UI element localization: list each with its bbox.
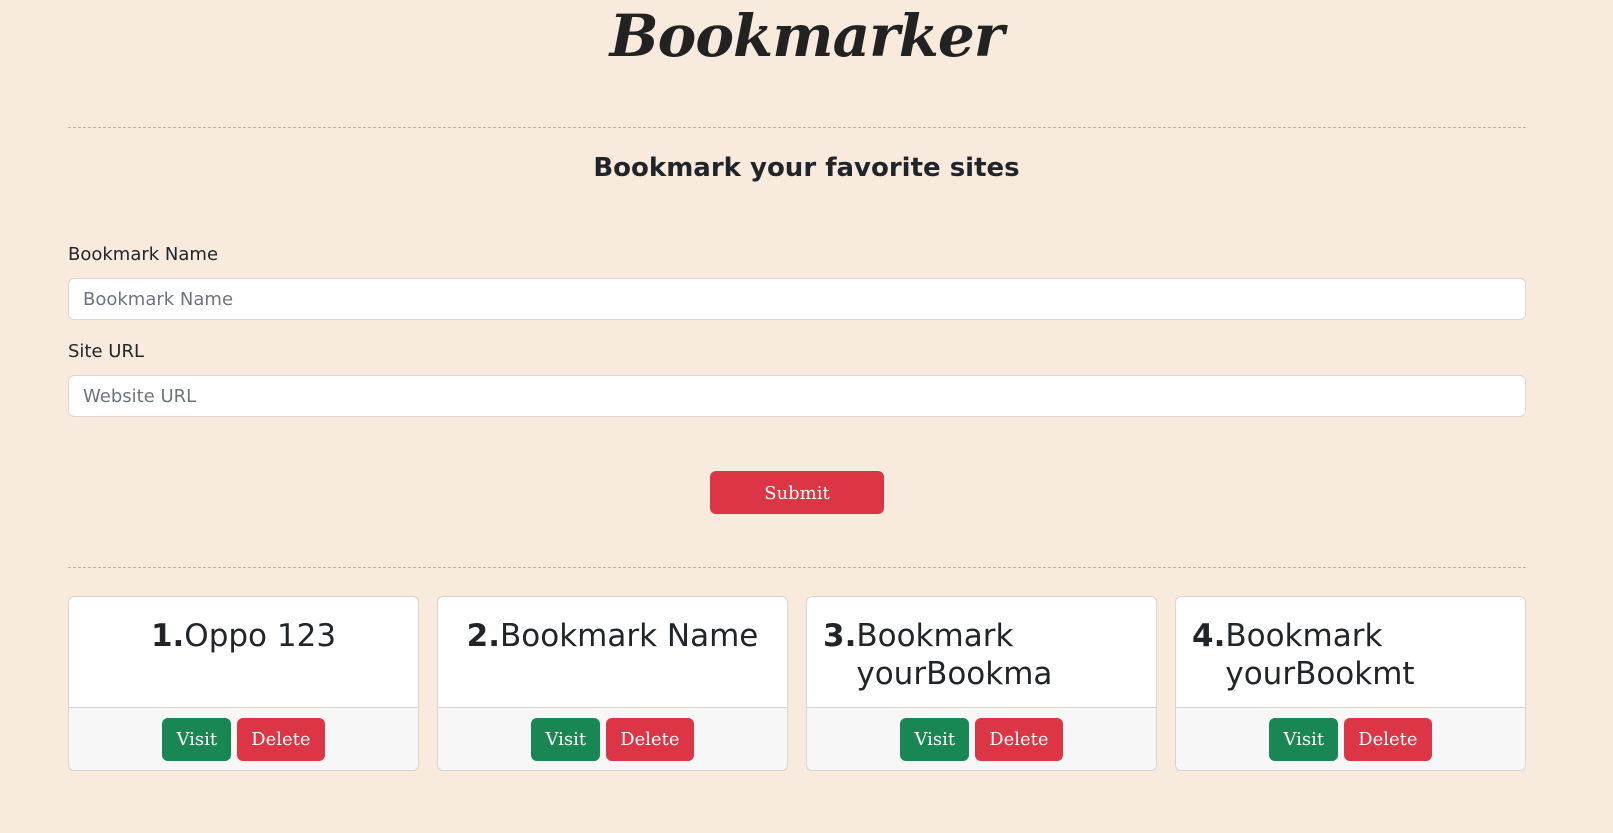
bottom-divider: [68, 567, 1526, 568]
bookmark-number: 3.: [823, 618, 857, 654]
bookmark-list: 1. Oppo 123 Visit Delete 2. Bookmark Name …: [68, 596, 1526, 772]
site-url-label: Site URL: [68, 341, 144, 362]
submit-button[interactable]: Submit: [710, 471, 884, 514]
visit-button[interactable]: Visit: [1269, 717, 1339, 761]
form-subtitle: Bookmark your favorite sites: [593, 153, 1020, 183]
bookmark-card: 3. Bookmark yourBookma Visit Delete: [806, 596, 1157, 771]
delete-button[interactable]: Delete: [237, 717, 325, 761]
delete-button[interactable]: Delete: [606, 717, 694, 761]
bookmark-number: 4.: [1192, 618, 1226, 654]
site-url-input[interactable]: [68, 375, 1526, 417]
visit-button[interactable]: Visit: [900, 717, 970, 761]
app-logo: Bookmarker: [609, 2, 1005, 70]
bookmark-card: 1. Oppo 123 Visit Delete: [68, 596, 419, 771]
bookmark-name: Bookmark yourBookmt: [1225, 618, 1415, 692]
bookmark-title: 2. Bookmark Name: [438, 597, 787, 709]
bookmark-actions: Visit Delete: [807, 707, 1156, 770]
bookmark-name-label: Bookmark Name: [68, 244, 219, 265]
bookmark-card: 2. Bookmark Name Visit Delete: [437, 596, 788, 771]
top-divider: [68, 127, 1526, 128]
visit-button[interactable]: Visit: [162, 717, 232, 761]
bookmark-title: 4. Bookmark yourBookmt: [1176, 597, 1525, 709]
bookmark-actions: Visit Delete: [1176, 707, 1525, 770]
bookmark-name: Bookmark Name: [500, 618, 759, 654]
bookmark-title: 3. Bookmark yourBookma: [807, 597, 1156, 709]
bookmark-name: Oppo 123: [184, 618, 337, 654]
visit-button[interactable]: Visit: [531, 717, 601, 761]
delete-button[interactable]: Delete: [975, 717, 1063, 761]
bookmark-number: 1.: [150, 618, 185, 654]
delete-button[interactable]: Delete: [1344, 717, 1432, 761]
bookmark-number: 2.: [466, 618, 500, 654]
bookmark-title: 1. Oppo 123: [69, 597, 418, 709]
bookmark-name-input[interactable]: [68, 278, 1526, 320]
bookmark-name: Bookmark yourBookma: [856, 618, 1053, 692]
bookmark-actions: Visit Delete: [438, 707, 787, 770]
bookmark-actions: Visit Delete: [69, 707, 418, 770]
bookmark-card: 4. Bookmark yourBookmt Visit Delete: [1175, 596, 1526, 771]
